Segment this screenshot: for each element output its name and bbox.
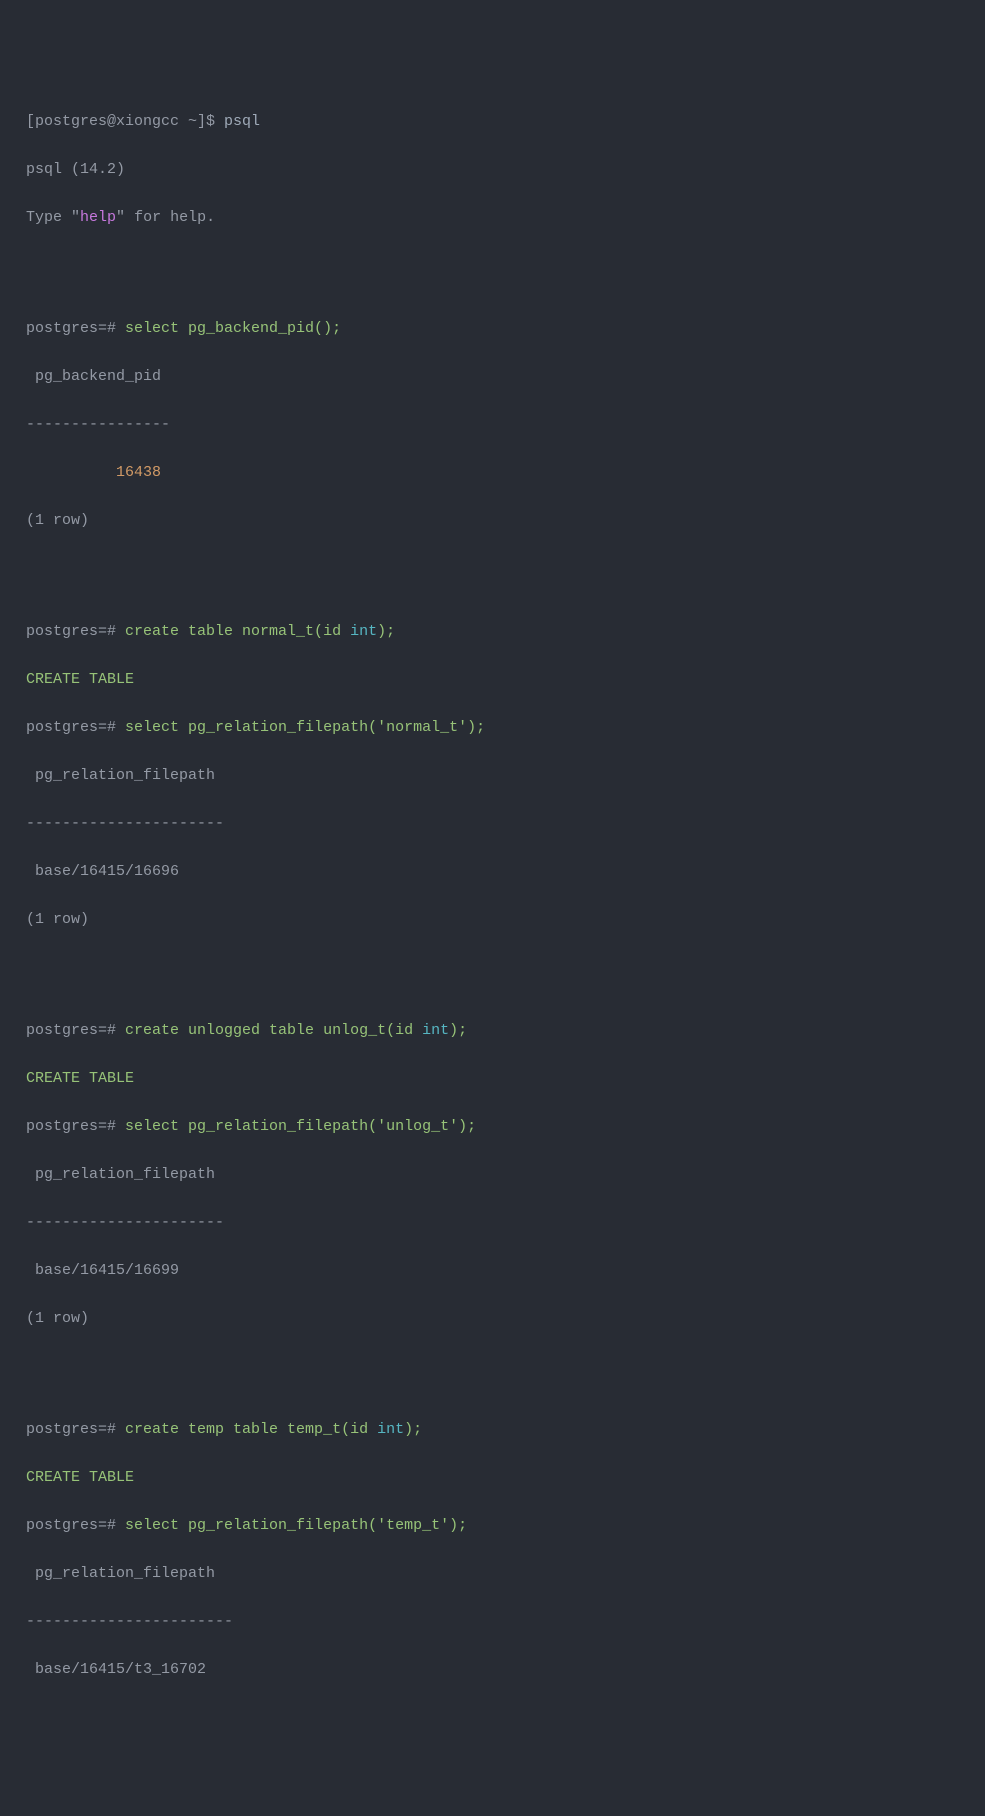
- result-row-count: (1 row): [26, 908, 959, 932]
- result-row-count: (1 row): [26, 1307, 959, 1331]
- shell-command: psql: [224, 113, 260, 130]
- shell-prompt-line: [postgres@xiongcc ~]$ psql: [26, 110, 959, 134]
- shell-prompt: [postgres@xiongcc ~]$: [26, 113, 224, 130]
- result-row-count: (1 row): [26, 509, 959, 533]
- sql-command: select pg_backend_pid();: [125, 320, 341, 337]
- result-separator: ----------------: [26, 413, 959, 437]
- sql-command-part: create table normal_t(: [125, 623, 323, 640]
- sql-command-end: );: [449, 1517, 467, 1534]
- sql-prompt-line: postgres=# select pg_relation_filepath('…: [26, 1514, 959, 1538]
- result-separator: -----------------------: [26, 1610, 959, 1634]
- spacer: [26, 557, 959, 596]
- result-separator: ----------------------: [26, 812, 959, 836]
- sql-prompt-line: postgres=# select pg_relation_filepath('…: [26, 1115, 959, 1139]
- sql-prompt: postgres=#: [26, 719, 125, 736]
- sql-command-part: create temp table temp_t(: [125, 1421, 350, 1438]
- sql-string: 'unlog_t': [377, 1118, 458, 1135]
- sql-command-part: select pg_relation_filepath(: [125, 719, 377, 736]
- sql-command-end: );: [449, 1022, 467, 1039]
- sql-response: CREATE TABLE: [26, 668, 959, 692]
- result-column: pg_relation_filepath: [26, 764, 959, 788]
- psql-version: psql (14.2): [26, 158, 959, 182]
- sql-prompt-line: postgres=# select pg_relation_filepath('…: [26, 716, 959, 740]
- sql-command-end: );: [377, 623, 395, 640]
- sql-command-end: );: [404, 1421, 422, 1438]
- spacer: [26, 254, 959, 293]
- result-indent: [26, 464, 116, 481]
- sql-command-end: );: [467, 719, 485, 736]
- sql-response: CREATE TABLE: [26, 1067, 959, 1091]
- sql-prompt-line: postgres=# select pg_backend_pid();: [26, 317, 959, 341]
- spacer: [26, 1355, 959, 1394]
- sql-space: [368, 1421, 377, 1438]
- sql-prompt: postgres=#: [26, 1517, 125, 1534]
- sql-prompt: postgres=#: [26, 623, 125, 640]
- sql-prompt-line: postgres=# create table normal_t(id int)…: [26, 620, 959, 644]
- sql-prompt-line: postgres=# create unlogged table unlog_t…: [26, 1019, 959, 1043]
- result-value: base/16415/t3_16702: [26, 1658, 959, 1682]
- sql-prompt: postgres=#: [26, 1421, 125, 1438]
- psql-help-line: Type "help" for help.: [26, 206, 959, 230]
- result-value-line: 16438: [26, 461, 959, 485]
- sql-command-part: create unlogged table unlog_t(: [125, 1022, 395, 1039]
- result-column: pg_backend_pid: [26, 365, 959, 389]
- help-keyword: help: [80, 209, 116, 226]
- sql-prompt-line: postgres=# create temp table temp_t(id i…: [26, 1418, 959, 1442]
- sql-response: CREATE TABLE: [26, 1466, 959, 1490]
- result-column: pg_relation_filepath: [26, 1562, 959, 1586]
- result-value: 16438: [116, 464, 161, 481]
- help-prefix: Type: [26, 209, 71, 226]
- sql-string: 'temp_t': [377, 1517, 449, 1534]
- sql-command-part: select pg_relation_filepath(: [125, 1517, 377, 1534]
- sql-prompt: postgres=#: [26, 1022, 125, 1039]
- sql-command-end: );: [458, 1118, 476, 1135]
- sql-type: int: [377, 1421, 404, 1438]
- sql-id: id: [323, 623, 341, 640]
- sql-prompt: postgres=#: [26, 320, 125, 337]
- sql-command-part: select pg_relation_filepath(: [125, 1118, 377, 1135]
- sql-type: int: [350, 623, 377, 640]
- help-suffix: for help.: [125, 209, 215, 226]
- sql-id: id: [395, 1022, 413, 1039]
- result-separator: ----------------------: [26, 1211, 959, 1235]
- sql-type: int: [422, 1022, 449, 1039]
- sql-id: id: [350, 1421, 368, 1438]
- sql-prompt: postgres=#: [26, 1118, 125, 1135]
- help-quote-close: ": [116, 209, 125, 226]
- result-column: pg_relation_filepath: [26, 1163, 959, 1187]
- sql-space: [341, 623, 350, 640]
- spacer: [26, 956, 959, 995]
- result-value: base/16415/16696: [26, 860, 959, 884]
- sql-string: 'normal_t': [377, 719, 467, 736]
- result-value: base/16415/16699: [26, 1259, 959, 1283]
- help-quote-open: ": [71, 209, 80, 226]
- sql-space: [413, 1022, 422, 1039]
